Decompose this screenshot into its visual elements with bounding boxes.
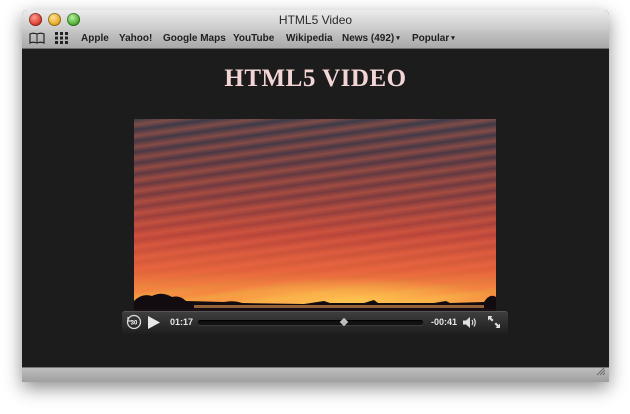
svg-text:30: 30	[131, 321, 138, 327]
resize-grip-icon[interactable]	[596, 363, 606, 381]
chevron-down-icon: ▾	[396, 35, 400, 42]
remaining-time: -00:41	[431, 317, 458, 327]
bookmark-news-menu[interactable]: News (492) ▾	[342, 33, 400, 44]
page-title: HTML5 VIDEO	[224, 65, 407, 92]
volume-button[interactable]	[462, 316, 477, 334]
fullscreen-button[interactable]	[487, 315, 501, 334]
elapsed-time: 01:17	[170, 317, 194, 327]
fullscreen-icon	[488, 316, 500, 328]
grid-icon[interactable]	[55, 32, 68, 44]
bookmark-google-maps[interactable]: Google Maps	[163, 33, 226, 44]
play-icon	[148, 316, 160, 329]
status-bar	[22, 366, 609, 382]
play-button[interactable]	[147, 315, 161, 335]
book-icon[interactable]	[29, 32, 45, 44]
bookmark-popular-menu[interactable]: Popular ▾	[412, 33, 455, 44]
scrubber-thumb[interactable]	[340, 317, 349, 327]
browser-window: HTML5 Video Apple Yahoo! Google Maps You…	[22, 10, 609, 382]
window-title: HTML5 Video	[278, 13, 353, 27]
rewind-30-button[interactable]: 30	[126, 314, 142, 335]
bookmark-youtube[interactable]: YouTube	[233, 33, 274, 44]
speaker-icon	[463, 317, 476, 328]
video-controls: 30 01:17 -00:41	[122, 311, 508, 334]
progress-scrubber[interactable]	[198, 317, 423, 327]
page-content: HTML5 VIDEO 30 01:17 -00:41	[22, 49, 609, 367]
video-frame[interactable]	[134, 119, 496, 319]
title-bar: HTML5 Video	[22, 10, 609, 30]
chevron-down-icon: ▾	[451, 35, 455, 42]
bookmark-apple[interactable]: Apple	[81, 33, 109, 44]
bookmark-yahoo[interactable]: Yahoo!	[119, 33, 152, 44]
bookmarks-bar: Apple Yahoo! Google Maps YouTube Wikiped…	[22, 30, 609, 49]
bookmark-wikipedia[interactable]: Wikipedia	[286, 33, 333, 44]
